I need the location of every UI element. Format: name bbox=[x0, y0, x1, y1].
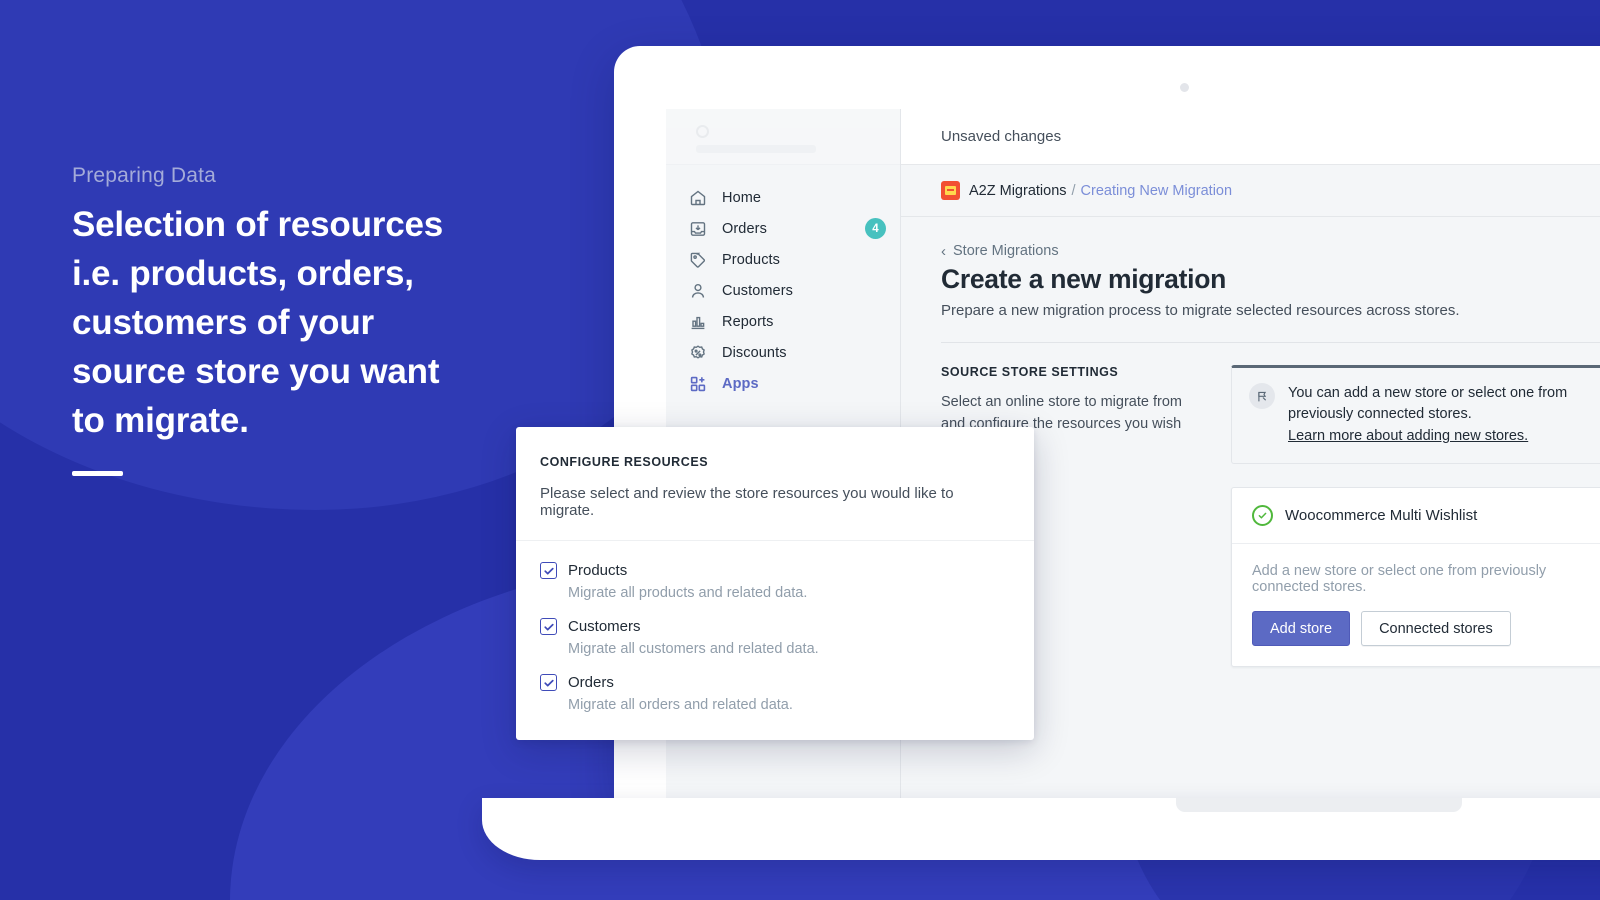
flag-icon bbox=[1249, 383, 1275, 409]
marketing-eyebrow: Preparing Data bbox=[72, 164, 217, 187]
discount-percent-icon bbox=[688, 343, 708, 363]
sidebar-item-label: Orders bbox=[722, 220, 767, 237]
resource-row-orders: Orders Migrate all orders and related da… bbox=[540, 674, 1010, 713]
a2z-migrations-app-icon bbox=[941, 181, 960, 200]
marketing-headline: Selection of resources i.e. products, or… bbox=[72, 205, 444, 441]
selected-store-card: Woocommerce Multi Wishlist Add a new sto… bbox=[1231, 487, 1600, 667]
brand-name-placeholder bbox=[696, 145, 816, 153]
slide-canvas: Preparing Data Selection of resources i.… bbox=[0, 0, 1600, 900]
store-card-hint: Add a new store or select one from previ… bbox=[1252, 563, 1547, 595]
chevron-left-icon: ‹ bbox=[941, 242, 946, 260]
resource-row-products: Products Migrate all products and relate… bbox=[540, 562, 1010, 601]
sidebar-item-customers[interactable]: Customers bbox=[666, 275, 900, 306]
products-checkbox[interactable] bbox=[540, 562, 557, 579]
customers-checkbox[interactable] bbox=[540, 618, 557, 635]
breadcrumb: A2Z Migrations / Creating New Migration bbox=[901, 165, 1600, 217]
brand-avatar-icon bbox=[696, 125, 709, 138]
add-store-button[interactable]: Add store bbox=[1252, 611, 1351, 646]
selected-store-header: Woocommerce Multi Wishlist bbox=[1232, 488, 1600, 544]
source-store-settings-kicker: Source store settings bbox=[941, 365, 1119, 379]
sidebar-item-reports[interactable]: Reports bbox=[666, 306, 900, 337]
breadcrumb-current-page: Creating New Migration bbox=[1080, 182, 1233, 199]
settings-columns: Source store settings Select an online s… bbox=[941, 365, 1600, 667]
page-subtitle: Prepare a new migration process to migra… bbox=[941, 302, 1460, 319]
webcam-dot bbox=[1180, 83, 1189, 92]
connected-stores-button[interactable]: Connected stores bbox=[1361, 611, 1511, 646]
sidebar-nav-list: Home Orders 4 Products Customers Reports… bbox=[666, 165, 900, 399]
source-store-settings-panel: You can add a new store or select one fr… bbox=[1231, 365, 1600, 667]
sidebar-item-apps[interactable]: Apps bbox=[666, 368, 900, 399]
back-link-label: Store Migrations bbox=[953, 243, 1059, 259]
apps-grid-plus-icon bbox=[688, 374, 708, 394]
home-icon bbox=[688, 188, 708, 208]
sidebar-item-label: Home bbox=[722, 189, 762, 206]
info-banner-body: You can add a new store or select one fr… bbox=[1288, 383, 1600, 447]
app-topbar: Unsaved changes bbox=[901, 109, 1600, 165]
product-tag-icon bbox=[688, 250, 708, 270]
resource-label: Products bbox=[568, 562, 628, 579]
store-card-actions: Add store Connected stores bbox=[1252, 611, 1600, 646]
laptop-trackpad-notch bbox=[1176, 798, 1462, 812]
popup-subtitle: Please select and review the store resou… bbox=[540, 485, 954, 519]
sidebar-item-label: Customers bbox=[722, 282, 793, 299]
resource-label: Customers bbox=[568, 618, 641, 635]
sidebar-item-label: Discounts bbox=[722, 344, 787, 361]
selected-store-body: Add a new store or select one from previ… bbox=[1232, 544, 1600, 666]
configure-resources-popup: Configure resources Please select and re… bbox=[516, 427, 1034, 740]
popup-header: Configure resources Please select and re… bbox=[516, 427, 1034, 541]
reports-bar-chart-icon bbox=[688, 312, 708, 332]
circle-check-icon bbox=[1252, 505, 1273, 526]
sidebar-item-home[interactable]: Home bbox=[666, 182, 900, 213]
orders-inbox-icon bbox=[688, 219, 708, 239]
sidebar-brand-area bbox=[666, 109, 900, 165]
sidebar-item-discounts[interactable]: Discounts bbox=[666, 337, 900, 368]
resource-row-customers: Customers Migrate all customers and rela… bbox=[540, 618, 1010, 657]
info-banner: You can add a new store or select one fr… bbox=[1231, 365, 1600, 464]
sidebar-item-orders[interactable]: Orders 4 bbox=[666, 213, 900, 244]
unsaved-changes-status: Unsaved changes bbox=[941, 128, 1062, 145]
marketing-copy: Preparing Data Selection of resources i.… bbox=[72, 163, 472, 477]
sidebar-item-label: Apps bbox=[722, 375, 759, 392]
sidebar-item-label: Reports bbox=[722, 313, 774, 330]
resource-description: Migrate all customers and related data. bbox=[568, 641, 819, 657]
resource-label: Orders bbox=[568, 674, 614, 691]
sidebar-item-label: Products bbox=[722, 251, 781, 268]
orders-count-badge: 4 bbox=[865, 218, 886, 239]
breadcrumb-app-name[interactable]: A2Z Migrations bbox=[969, 183, 1067, 199]
popup-body: Products Migrate all products and relate… bbox=[516, 541, 1034, 740]
sidebar-item-products[interactable]: Products bbox=[666, 244, 900, 275]
page-title: Create a new migration bbox=[941, 264, 1226, 294]
resource-description: Migrate all products and related data. bbox=[568, 585, 808, 601]
popup-kicker: Configure resources bbox=[540, 455, 709, 469]
back-to-store-migrations-link[interactable]: ‹ Store Migrations bbox=[941, 243, 1600, 259]
page-divider bbox=[941, 342, 1600, 343]
info-banner-text: You can add a new store or select one fr… bbox=[1288, 385, 1568, 422]
resource-description: Migrate all orders and related data. bbox=[568, 697, 793, 713]
orders-checkbox[interactable] bbox=[540, 674, 557, 691]
breadcrumb-separator: / bbox=[1071, 182, 1076, 199]
marketing-underline-rule bbox=[72, 471, 123, 477]
customer-person-icon bbox=[688, 281, 708, 301]
selected-store-name: Woocommerce Multi Wishlist bbox=[1285, 507, 1478, 524]
learn-more-link[interactable]: Learn more about adding new stores. bbox=[1288, 426, 1528, 447]
